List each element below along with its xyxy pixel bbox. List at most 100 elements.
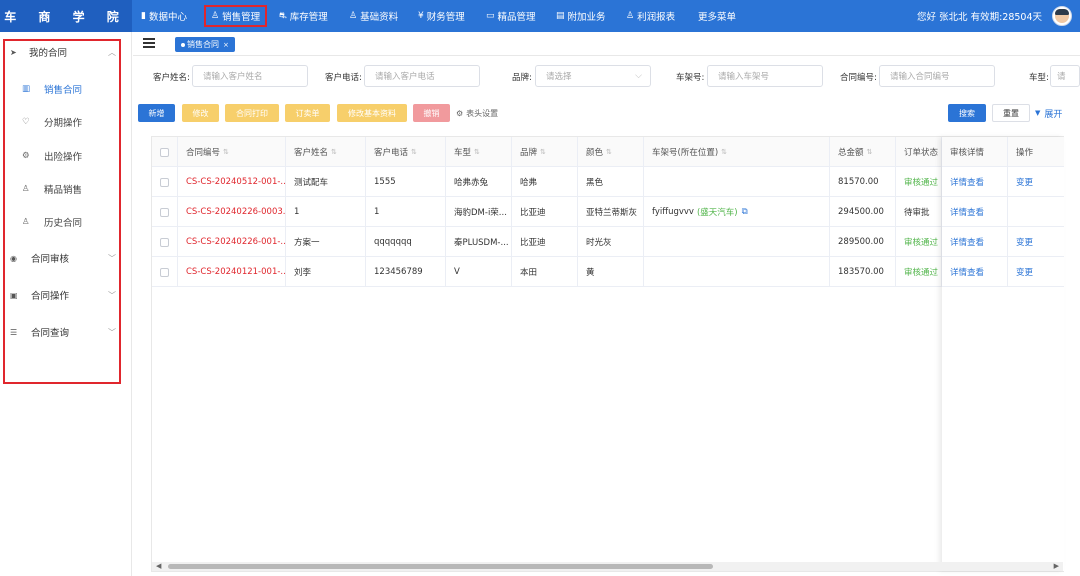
col-customer-name[interactable]: 客户姓名 ⇅	[286, 137, 366, 167]
review-details-link[interactable]: 详情查看	[942, 167, 1008, 197]
sidebar-item-sales-contract[interactable]: ▥ 销售合同	[22, 82, 82, 96]
col-vin[interactable]: 车架号(所在位置) ⇅	[644, 137, 830, 167]
col-customer-phone[interactable]: 客户电话 ⇅	[366, 137, 446, 167]
cell-contract-no: CS-CS-20240226-001-...	[178, 227, 286, 257]
void-button[interactable]: 撤销	[413, 104, 450, 122]
scroll-left-icon: ◀	[156, 562, 162, 570]
cell-phone: 1555	[366, 167, 446, 197]
row-checkbox[interactable]	[152, 257, 178, 287]
col-review: 审核详情	[942, 137, 1008, 167]
scroll-right-icon: ▶	[1053, 562, 1059, 570]
sidebar-group-contract-review[interactable]: ◉ 合同审核 ﹀	[10, 251, 120, 266]
modify-basic-info-button[interactable]: 修改基本资料	[337, 104, 407, 122]
vin-label: 车架号:	[676, 73, 705, 83]
search-button[interactable]: 搜索	[948, 104, 986, 122]
reset-button[interactable]: 重置	[992, 104, 1030, 122]
customer-name-input[interactable]: 请输入客户姓名	[192, 65, 308, 87]
cell-name: 1	[286, 197, 366, 227]
avatar[interactable]	[1052, 6, 1072, 26]
nav-sales-management[interactable]: ♙ 销售管理	[204, 5, 268, 27]
col-status[interactable]: 订单状态	[896, 137, 942, 167]
print-contract-button[interactable]: 合同打印	[225, 104, 279, 122]
col-total[interactable]: 总金额 ⇅	[830, 137, 896, 167]
nav-basic-data[interactable]: ♙ 基础资料	[349, 0, 398, 32]
cell-contract-no: CS-CS-20240121-001-...	[178, 257, 286, 287]
contract-no-label: 合同编号:	[840, 73, 877, 83]
tab-sales-contract[interactable]: 销售合同 ×	[175, 37, 235, 52]
change-link[interactable]: 变更	[1008, 227, 1064, 257]
sidebar-group-my-contracts[interactable]: ➤ 我的合同 ︿	[10, 45, 120, 60]
copy-icon[interactable]: ⧉	[742, 207, 748, 217]
edit-button[interactable]: 修改	[182, 104, 219, 122]
select-all-checkbox[interactable]	[152, 137, 178, 167]
nav-boutique[interactable]: ▭ 精品管理	[486, 0, 536, 32]
cell-name: 刘李	[286, 257, 366, 287]
table-row[interactable]: CS-CS-20240226-0003... 1 1 海豹DM-i荣... 比亚迪 亚特兰…	[152, 197, 1063, 227]
change-link[interactable]	[1008, 197, 1064, 227]
gear-icon: ⚙	[456, 108, 464, 118]
col-brand[interactable]: 品牌 ⇅	[512, 137, 578, 167]
nav-profit-report[interactable]: ♙ 利润报表	[626, 0, 675, 32]
customer-phone-label: 客户电话:	[325, 73, 362, 83]
order-button[interactable]: 订卖单	[285, 104, 330, 122]
tab-dot-icon	[181, 42, 185, 47]
chevron-down-icon: ⌵	[635, 71, 642, 81]
table-row[interactable]: CS-CS-20240512-001-... 测试配车 1555 哈弗赤兔 哈弗 黑色 81…	[152, 167, 1063, 197]
brand-select[interactable]: 请选择 ⌵	[535, 65, 651, 87]
user-icon: ♙	[211, 11, 220, 21]
row-checkbox[interactable]	[152, 167, 178, 197]
nav-inventory[interactable]: ⛐ 库存管理	[279, 0, 328, 32]
yen-icon: ¥	[418, 11, 424, 21]
customer-phone-input[interactable]: 请输入客户电话	[364, 65, 480, 87]
table-row-fixed: 详情查看 变更	[942, 167, 1064, 197]
fixed-right-columns: 审核详情 操作 详情查看 变更 详情查看 详情查看 变更 详情查看 变更	[942, 137, 1064, 571]
table-row[interactable]: CS-CS-20240226-001-... 方案一 qqqqqqq 秦PLUSDM-…	[152, 227, 1063, 257]
brand-logo[interactable]: 车 商 学 院	[0, 0, 132, 32]
nav-finance[interactable]: ¥ 财务管理	[418, 0, 465, 32]
sort-icon: ⇅	[721, 148, 728, 156]
sidebar-group-contract-query[interactable]: ☰ 合同查询 ﹀	[10, 325, 120, 340]
nav-more-menu[interactable]: 更多菜单	[698, 0, 736, 32]
car-icon: ⛐	[279, 10, 287, 21]
nav-data-center[interactable]: ▮ 数据中心	[141, 0, 187, 32]
cell-vin	[644, 257, 830, 287]
review-details-link[interactable]: 详情查看	[942, 197, 1008, 227]
sidebar-item-claims[interactable]: ⚙ 出险操作	[22, 149, 82, 163]
review-details-link[interactable]: 详情查看	[942, 227, 1008, 257]
col-model[interactable]: 车型 ⇅	[446, 137, 512, 167]
cell-color: 黄	[578, 257, 644, 287]
col-color[interactable]: 颜色 ⇅	[578, 137, 644, 167]
table-row-fixed: 详情查看	[942, 197, 1064, 227]
cell-brand: 哈弗	[512, 167, 578, 197]
review-details-link[interactable]: 详情查看	[942, 257, 1008, 287]
sidebar-item-boutique-sales[interactable]: ♙ 精品销售	[22, 182, 82, 196]
add-button[interactable]: 新增	[138, 104, 175, 122]
model-label: 车型:	[1029, 73, 1049, 83]
column-settings-button[interactable]: ⚙ 表头设置	[456, 104, 498, 122]
col-contract-no[interactable]: 合同编号 ⇅	[178, 137, 286, 167]
table-row[interactable]: CS-CS-20240121-001-... 刘李 123456789 V 本田黄 183…	[152, 257, 1063, 287]
contract-no-input[interactable]: 请输入合同编号	[879, 65, 995, 87]
sidebar-item-installment[interactable]: ♡ 分期操作	[22, 115, 82, 129]
vin-input[interactable]: 请输入车架号	[707, 65, 823, 87]
sidebar-group-contract-ops[interactable]: ▣ 合同操作 ﹀	[10, 288, 120, 303]
change-link[interactable]: 变更	[1008, 257, 1064, 287]
horizontal-scrollbar[interactable]: ◀ ▶	[152, 562, 1063, 571]
cell-phone: 1	[366, 197, 446, 227]
bar-chart-icon: ▮	[141, 11, 146, 21]
close-icon[interactable]: ×	[223, 41, 229, 49]
change-link[interactable]: 变更	[1008, 167, 1064, 197]
cell-phone: qqqqqqq	[366, 227, 446, 257]
nav-addon[interactable]: ▤ 附加业务	[556, 0, 606, 32]
row-checkbox[interactable]	[152, 197, 178, 227]
row-checkbox[interactable]	[152, 227, 178, 257]
chevron-up-icon: ︿	[108, 47, 116, 57]
cell-name: 方案一	[286, 227, 366, 257]
scrollbar-thumb[interactable]	[168, 564, 713, 569]
sort-icon: ⇅	[606, 148, 612, 156]
expand-button[interactable]: ▼ 展开	[1035, 104, 1062, 122]
menu-collapse-icon[interactable]	[143, 38, 155, 48]
sidebar-item-history[interactable]: ♙ 历史合同	[22, 215, 82, 229]
cell-vin	[644, 227, 830, 257]
model-input[interactable]: 请	[1050, 65, 1080, 87]
